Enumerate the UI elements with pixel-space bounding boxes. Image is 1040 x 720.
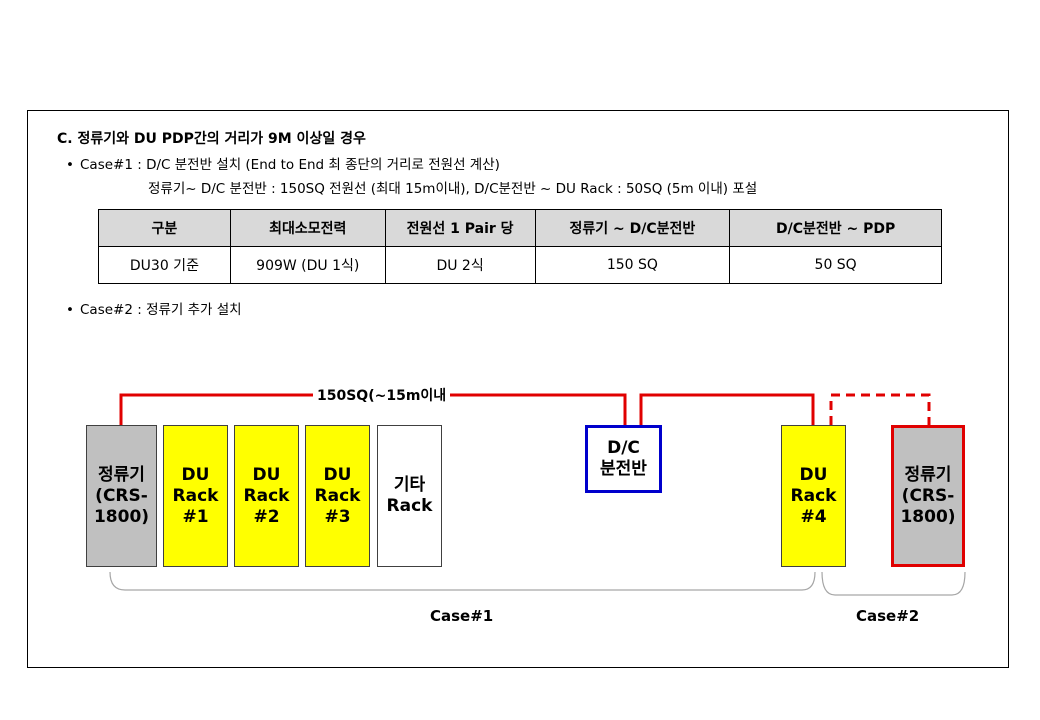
dc-distribution-panel: D/C 분전반 [585, 425, 662, 493]
case1-label: Case#1 [430, 607, 494, 625]
rectifier-model: (CRS- [95, 485, 148, 506]
du-rack-3: DU Rack #3 [305, 425, 370, 567]
rack-label: Rack [243, 485, 290, 506]
rectifier-model: 1800) [900, 506, 956, 527]
rack-label: DU [799, 464, 828, 485]
rectifier-right: 정류기 (CRS- 1800) [891, 425, 965, 567]
case2-label: Case#2 [856, 607, 920, 625]
other-rack: 기타 Rack [377, 425, 442, 567]
wire-dc-to-du4 [639, 393, 815, 425]
du-rack-2: DU Rack #2 [234, 425, 299, 567]
rack-label: Rack [790, 485, 837, 506]
panel-label: D/C [607, 438, 640, 458]
rectifier-model: (CRS- [901, 485, 955, 506]
rack-label: DU [181, 464, 210, 485]
rack-label: DU [252, 464, 281, 485]
rack-label: Rack [386, 496, 433, 516]
rectifier-model: 1800) [93, 506, 150, 527]
du-rack-4: DU Rack #4 [781, 425, 846, 567]
rack-label: DU [323, 464, 352, 485]
wire-du4-to-rectifier2 [829, 393, 931, 425]
rack-label: Rack [314, 485, 361, 506]
rectifier-left: 정류기 (CRS- 1800) [86, 425, 157, 567]
rack-label: #3 [324, 506, 351, 527]
rectifier-label: 정류기 [98, 464, 145, 485]
case2-brace [821, 571, 966, 596]
rack-label: #1 [182, 506, 209, 527]
panel-label: 분전반 [600, 459, 647, 479]
du-rack-1: DU Rack #1 [163, 425, 228, 567]
rack-label: #4 [800, 506, 827, 527]
rectifier-label: 정류기 [904, 464, 952, 485]
case1-brace [109, 571, 816, 591]
wire-spec-label: 150SQ(~15m이내 [313, 385, 451, 405]
rack-label: 기타 [393, 475, 426, 495]
rack-label: #2 [253, 506, 280, 527]
rack-label: Rack [172, 485, 219, 506]
